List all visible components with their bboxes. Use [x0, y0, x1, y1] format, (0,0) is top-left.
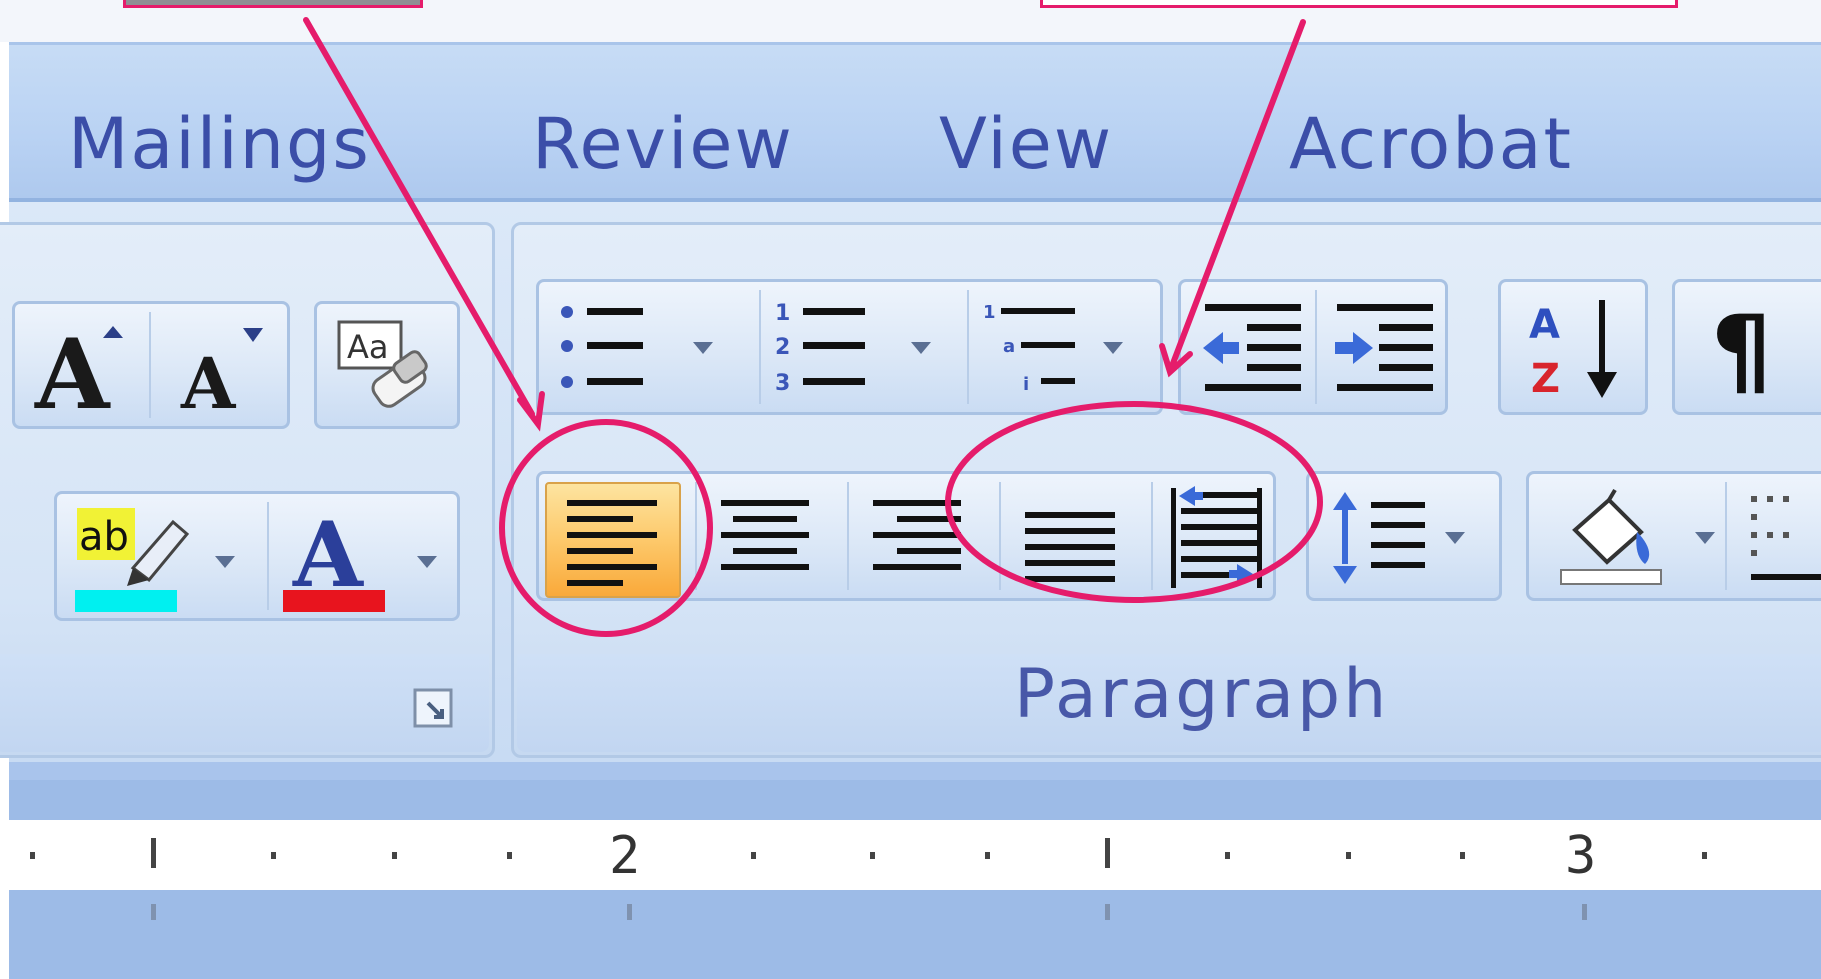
annotation-circle-justify-distributed	[945, 401, 1323, 603]
annotation-arrow-right	[1169, 19, 1306, 369]
annotation-overlay	[303, 17, 1323, 637]
annotation-circle-align-left	[499, 419, 713, 637]
annotation-arrow-left	[303, 17, 535, 417]
